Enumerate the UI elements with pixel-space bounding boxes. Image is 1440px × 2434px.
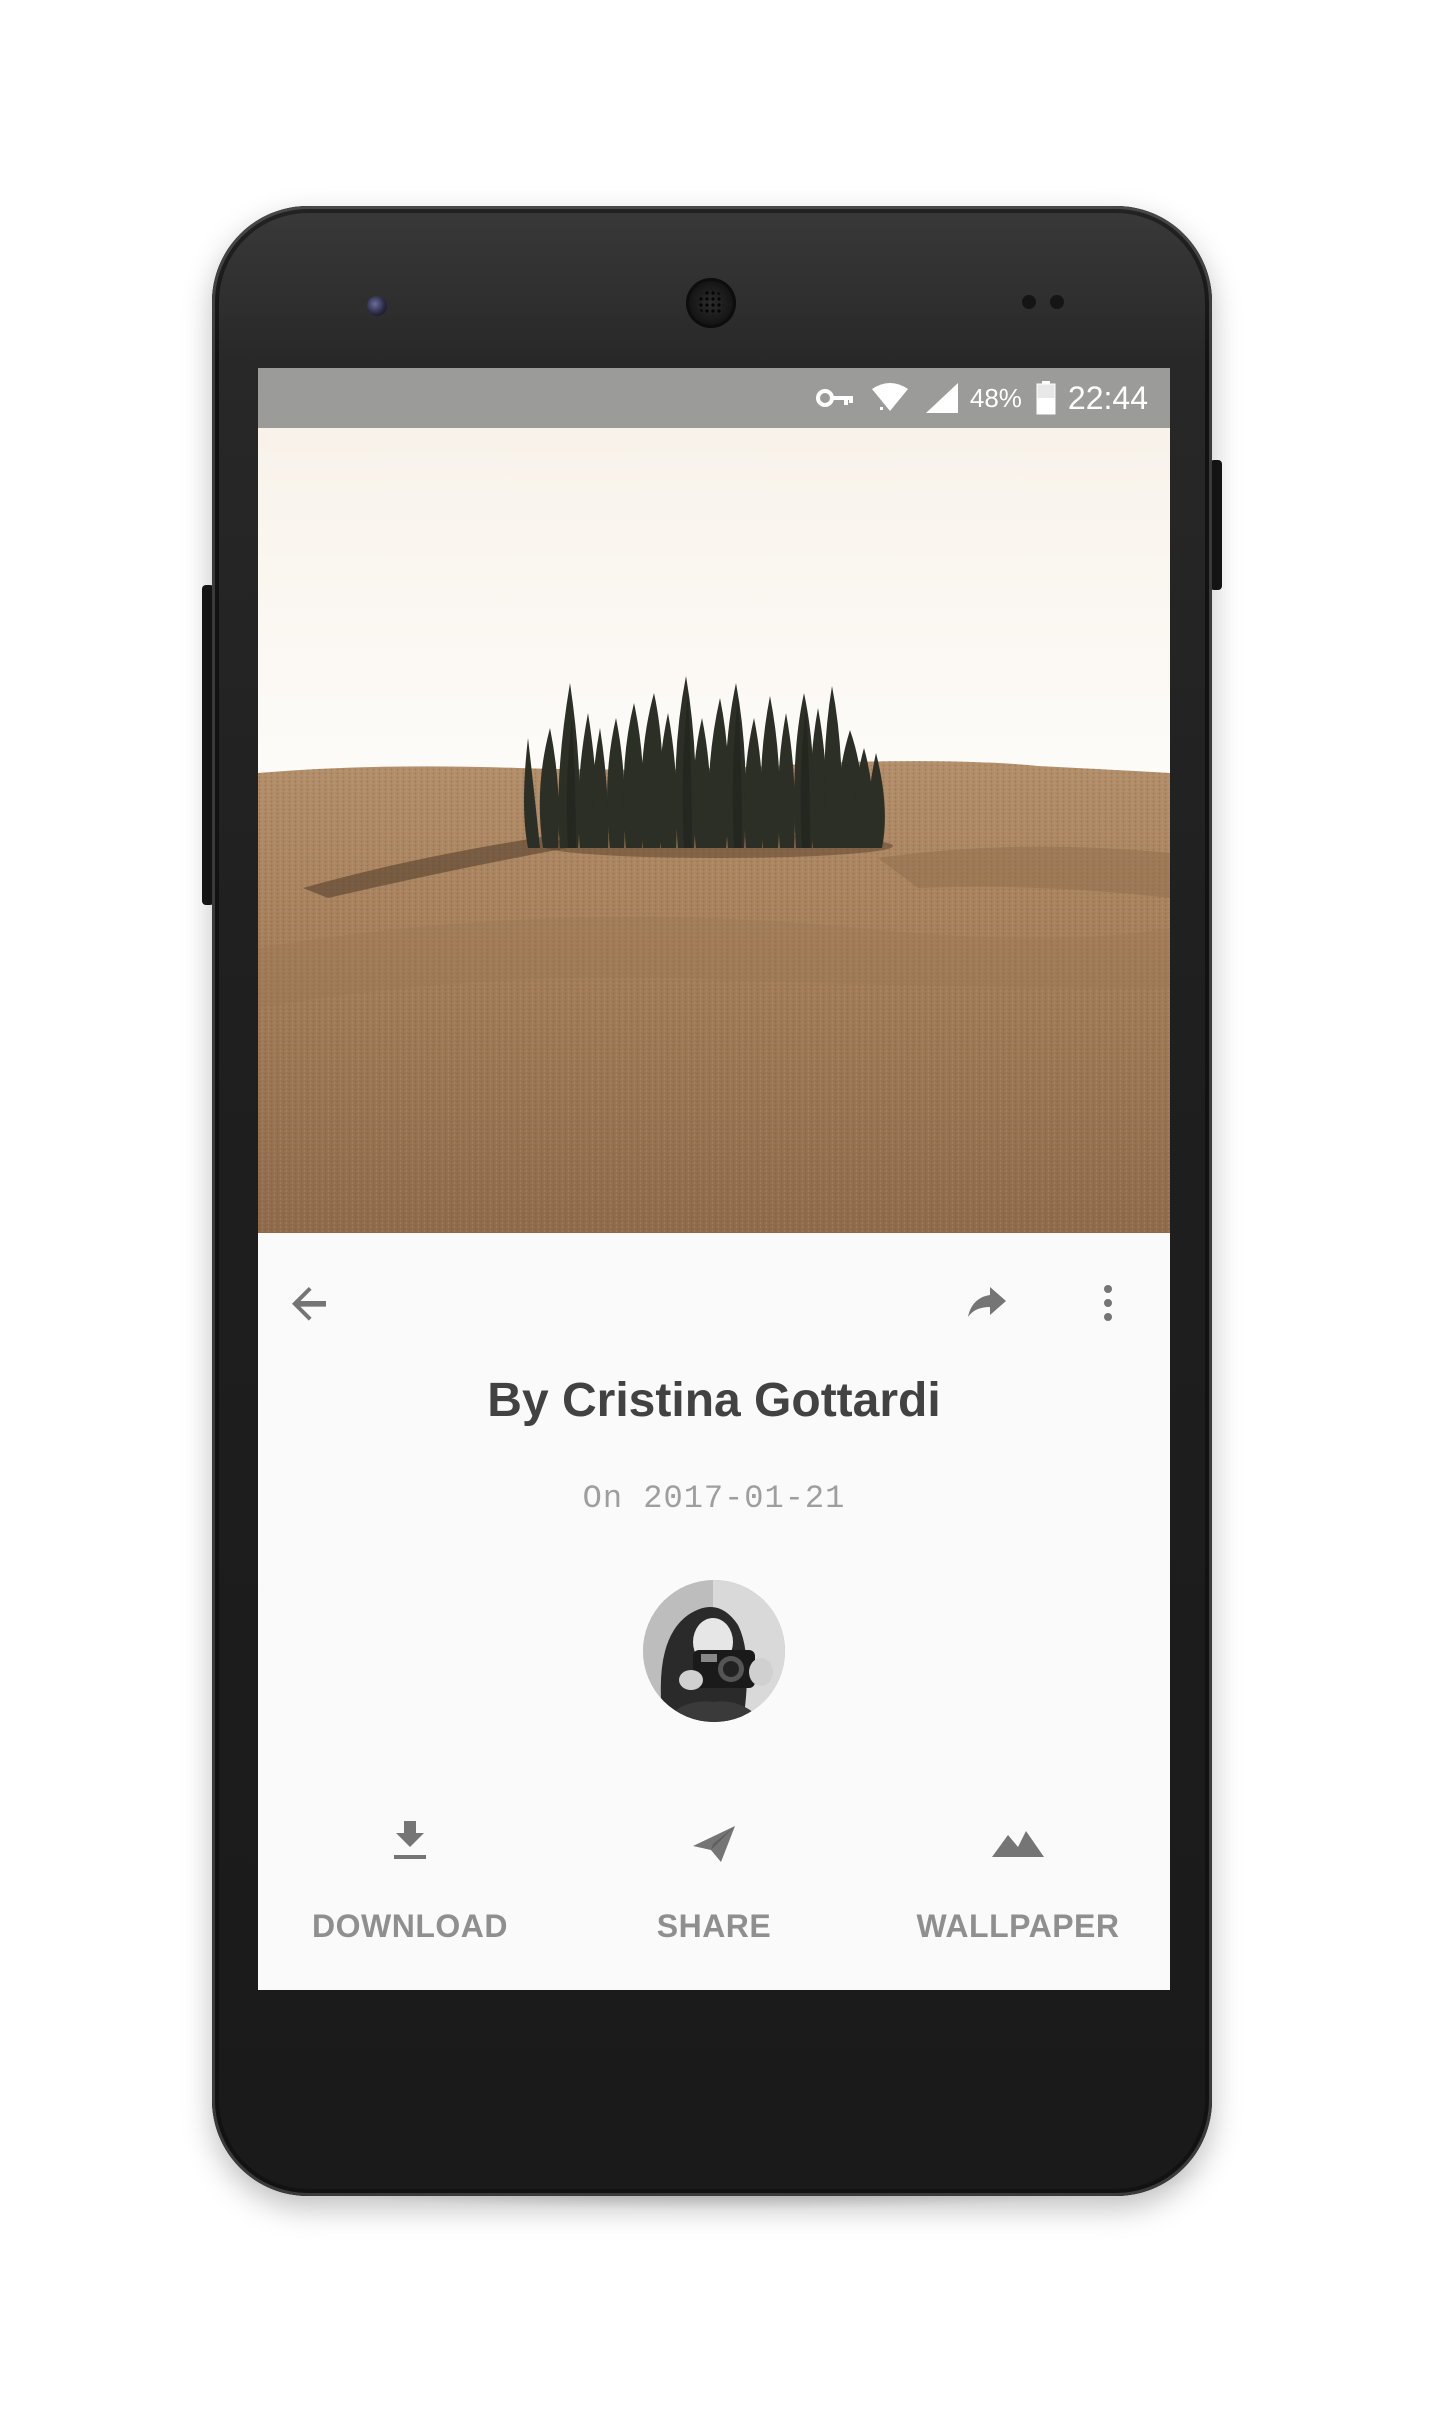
clock-time: 22:44 — [1067, 379, 1148, 416]
avatar-photo — [643, 1580, 785, 1722]
back-button[interactable] — [280, 1273, 340, 1333]
status-bar: 48% 22:44 — [258, 368, 1170, 428]
battery-icon — [1036, 381, 1056, 415]
download-icon — [260, 1798, 560, 1888]
vpn-key-icon — [815, 386, 856, 410]
light-sensor — [1050, 295, 1064, 309]
landscape-icon — [868, 1798, 1168, 1888]
author-avatar[interactable] — [643, 1580, 785, 1722]
download-button[interactable]: DOWNLOAD — [260, 1798, 560, 1978]
share-forward-button[interactable] — [958, 1273, 1018, 1333]
device-mockup: 48% 22:44 By Cristina Gottardi On 2017-0… — [0, 0, 1440, 2434]
front-camera — [367, 296, 387, 316]
more-options-button[interactable] — [1078, 1273, 1138, 1333]
wifi-icon — [870, 381, 910, 415]
share-label: SHARE — [656, 1908, 772, 1944]
action-bar: DOWNLOAD SHARE WALLPAPER — [258, 1798, 1170, 1988]
app-screen: 48% 22:44 By Cristina Gottardi On 2017-0… — [258, 368, 1170, 1990]
share-button[interactable]: SHARE — [564, 1798, 864, 1978]
download-label: DOWNLOAD — [312, 1908, 508, 1944]
proximity-sensor — [1022, 295, 1036, 309]
detail-toolbar — [258, 1233, 1170, 1373]
wallpaper-photo[interactable] — [258, 428, 1170, 1233]
earpiece-speaker — [686, 278, 736, 328]
send-icon — [564, 1798, 864, 1888]
share-forward-icon — [968, 1287, 1006, 1317]
author-title: By Cristina Gottardi — [487, 1374, 941, 1427]
arrow-back-icon — [292, 1287, 326, 1321]
publish-date: On 2017-01-21 — [582, 1480, 846, 1517]
wallpaper-button[interactable]: WALLPAPER — [868, 1798, 1168, 1978]
wallpaper-label: WALLPAPER — [916, 1908, 1120, 1944]
battery-percent: 48% — [969, 382, 1022, 413]
more-vert-icon — [1104, 1285, 1112, 1321]
cell-signal-icon — [924, 381, 960, 415]
